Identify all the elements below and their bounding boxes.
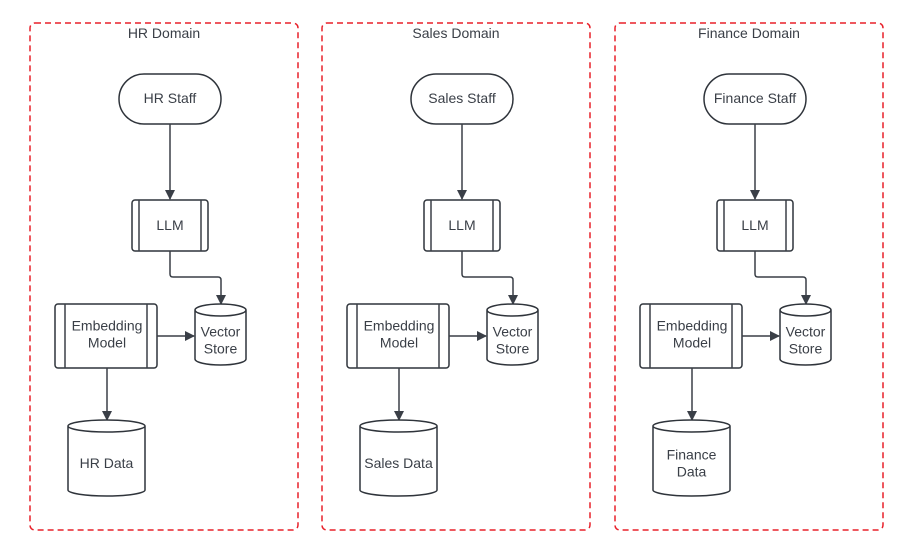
vector-store-label-line: Vector [493, 324, 533, 340]
vector-store-label: Vector Store [786, 324, 826, 357]
vector-store-label: Vector Store [201, 324, 241, 357]
data-store-label-line: Sales Data [364, 455, 433, 471]
edge-llm-to-vector-store [754, 251, 811, 305]
staff-label: Finance Staff [714, 90, 796, 106]
embedding-model-label-line: Embedding [657, 318, 728, 334]
data-store-label: Sales Data [364, 455, 433, 471]
domain-2: Finance Domain Finance Staff LLM Embedding M… [614, 22, 884, 531]
domain-title: Finance Domain [698, 25, 800, 41]
embedding-model-label-line: Model [88, 335, 126, 351]
embedding-model-label-line: Model [673, 335, 711, 351]
data-store-label-line: Finance [667, 447, 717, 463]
vector-store-label-line: Vector [201, 324, 241, 340]
vector-store-label-line: Store [789, 341, 823, 357]
embedding-model-label-line: Model [380, 335, 418, 351]
vector-store-label-line: Store [204, 341, 238, 357]
data-store-label-line: HR Data [80, 455, 134, 471]
edge-llm-to-vector-store [169, 251, 226, 305]
vector-store-label: Vector Store [493, 324, 533, 357]
llm-label: LLM [448, 217, 475, 233]
data-store-label-line: Data [677, 464, 707, 480]
llm-label: LLM [741, 217, 768, 233]
domain-architecture-diagram: HR DomainHR StaffLLMEmbedding ModelVector… [29, 22, 884, 531]
edge-llm-to-vector-store [461, 251, 518, 305]
domain-title: Sales Domain [412, 25, 499, 41]
data-store-label: HR Data [80, 455, 134, 471]
embedding-model-label-line: Embedding [72, 318, 143, 334]
embedding-model-label-line: Embedding [364, 318, 435, 334]
domain-1: Sales Domain Sales Staff LLM Embedding Model… [321, 22, 591, 531]
domain-0: HR Domain HR Staff LLM Embedding Model Vector… [29, 22, 299, 531]
staff-label: Sales Staff [428, 90, 496, 106]
staff-label: HR Staff [144, 90, 197, 106]
vector-store-label-line: Store [496, 341, 530, 357]
domain-title: HR Domain [128, 25, 200, 41]
vector-store-label-line: Vector [786, 324, 826, 340]
llm-label: LLM [156, 217, 183, 233]
